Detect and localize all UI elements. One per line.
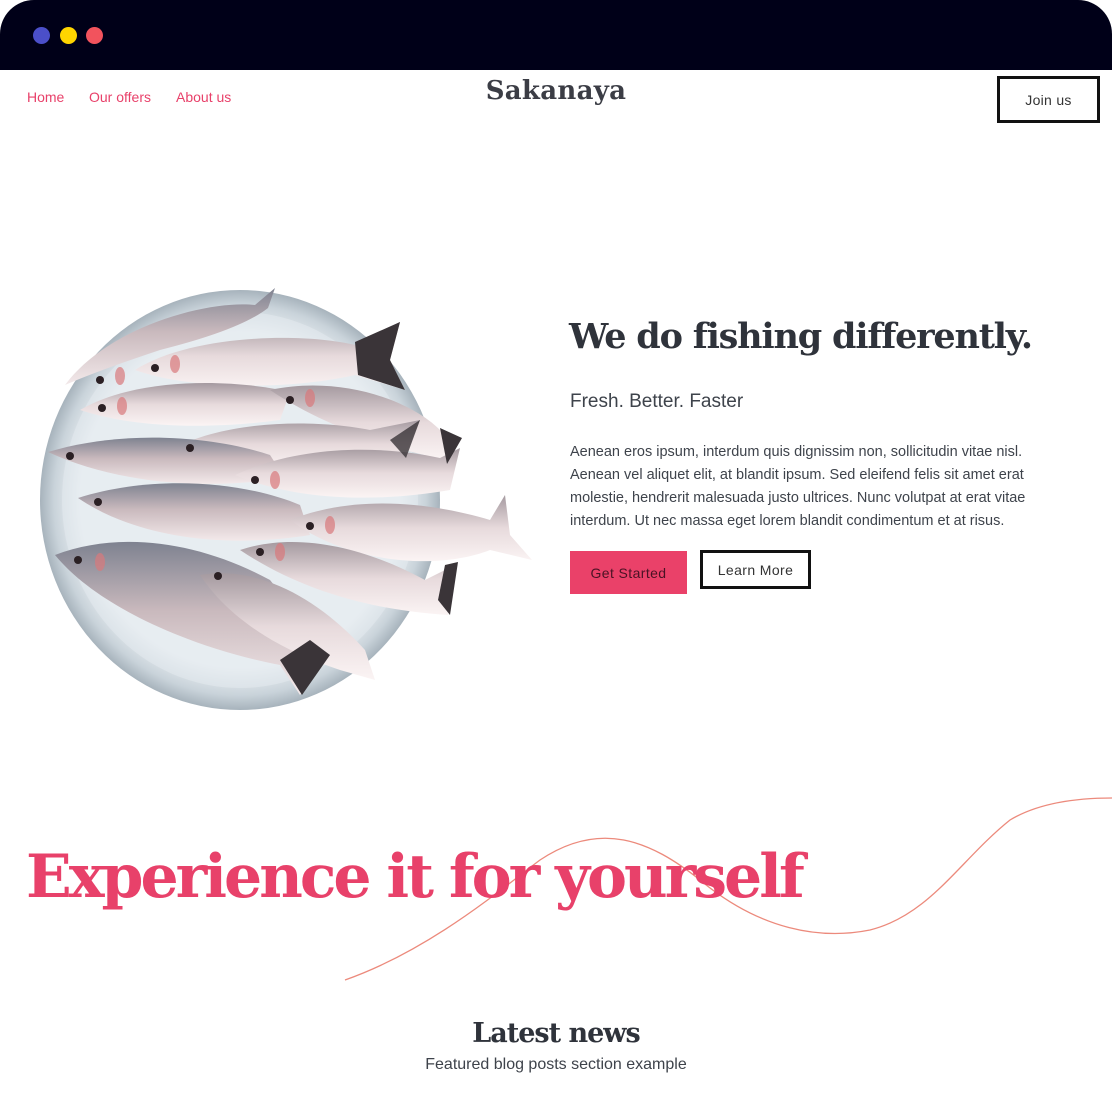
learn-more-button[interactable]: Learn More: [700, 550, 811, 589]
news-title: Latest news: [472, 1018, 640, 1049]
window-minimize-dot[interactable]: [60, 27, 77, 44]
news-subtitle: Featured blog posts section example: [425, 1056, 687, 1073]
hero-subhead: Fresh. Better. Faster: [570, 391, 744, 412]
join-button[interactable]: Join us: [997, 76, 1100, 123]
top-nav: Home Our offers About us Sakanaya Join u…: [0, 70, 1112, 130]
hero-headline: We do fishing differently.: [569, 316, 1033, 357]
window-titlebar: [0, 0, 1112, 70]
experience-title: Experience it for yourself: [26, 842, 805, 912]
get-started-button[interactable]: Get Started: [570, 551, 687, 594]
brand-logo[interactable]: Sakanaya: [0, 76, 1112, 106]
window-close-dot[interactable]: [33, 27, 50, 44]
window-maximize-dot[interactable]: [86, 27, 103, 44]
hero-body-text: Aenean eros ipsum, interdum quis digniss…: [570, 444, 1026, 529]
fish-platter-image: [40, 288, 532, 710]
